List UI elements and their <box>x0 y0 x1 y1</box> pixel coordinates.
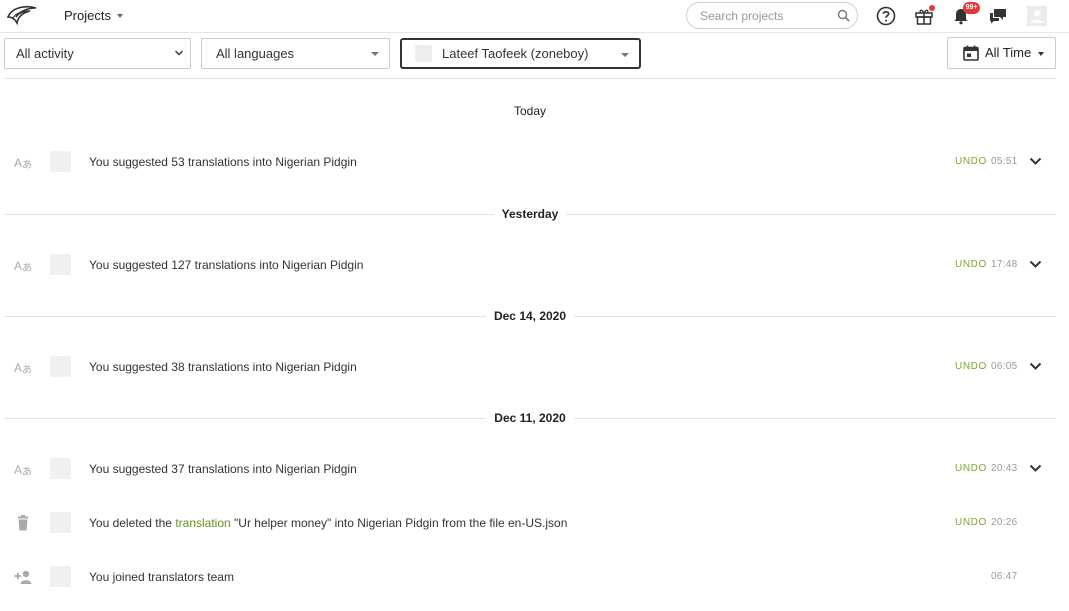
activity-text: You suggested 53 translations into Niger… <box>89 155 357 169</box>
chevron-down-icon[interactable] <box>1029 362 1042 371</box>
activity-row: A あ You suggested 127 translations into … <box>0 253 1060 277</box>
activity-text-part: You deleted the <box>89 516 176 530</box>
caret-down-icon <box>621 53 629 57</box>
svg-text:あ: あ <box>22 364 32 376</box>
activity-text: You deleted the translation "Ur helper m… <box>89 516 567 530</box>
search-box <box>686 2 858 29</box>
activity-time: 05:51 <box>991 156 1018 167</box>
activity-time: 20:26 <box>991 517 1018 528</box>
activity-row: You deleted the translation "Ur helper m… <box>0 511 1060 535</box>
activity-filter-select[interactable]: All activity <box>4 38 191 69</box>
activity-time: 20:43 <box>991 463 1018 474</box>
activity-text: You suggested 127 translations into Nige… <box>89 258 364 272</box>
caret-down-icon <box>371 52 379 56</box>
undo-button[interactable]: UNDO <box>955 517 987 528</box>
avatar <box>50 458 71 479</box>
help-icon[interactable] <box>874 4 898 28</box>
search-input[interactable] <box>700 8 835 24</box>
time-range-label: All Time <box>985 45 1032 60</box>
svg-text:A: A <box>14 463 22 477</box>
user-avatar-icon[interactable] <box>1025 4 1049 28</box>
caret-down-icon <box>116 13 123 18</box>
user-filter-select[interactable]: Lateef Taofeek (zoneboy) <box>400 38 641 69</box>
activity-text-part: "Ur helper money" into Nigerian Pidgin f… <box>230 516 568 530</box>
svg-text:あ: あ <box>22 159 32 171</box>
date-header: Yesterday <box>0 207 1060 221</box>
trash-icon <box>18 515 28 531</box>
avatar <box>50 566 71 587</box>
activity-filter-value: All activity <box>16 46 74 61</box>
divider <box>4 78 1056 79</box>
svg-text:A: A <box>14 361 22 375</box>
chevron-down-icon[interactable] <box>1029 260 1042 269</box>
avatar <box>50 151 71 172</box>
undo-button[interactable]: UNDO <box>955 156 987 167</box>
activity-time: 06:47 <box>991 571 1018 582</box>
new-gift-dot <box>929 5 935 11</box>
avatar <box>50 254 71 275</box>
activity-row: You joined translators team 06:47 <box>0 565 1060 589</box>
user-avatar <box>415 45 432 62</box>
svg-text:あ: あ <box>22 262 32 274</box>
projects-menu[interactable]: Projects <box>64 8 123 23</box>
date-header: Dec 14, 2020 <box>0 309 1060 323</box>
translate-icon: A あ <box>14 361 32 376</box>
translation-link[interactable]: translation <box>175 516 230 530</box>
chevron-down-icon <box>175 50 183 56</box>
messages-icon[interactable] <box>986 4 1010 28</box>
avatar <box>50 512 71 533</box>
date-header-label: Yesterday <box>493 207 567 221</box>
language-filter-value: All languages <box>216 46 295 61</box>
activity-text: You suggested 38 translations into Niger… <box>89 360 357 374</box>
chevron-down-icon[interactable] <box>1029 157 1042 166</box>
user-filter-value: Lateef Taofeek (zoneboy) <box>442 46 589 61</box>
projects-label: Projects <box>64 8 111 23</box>
translate-icon: A あ <box>14 156 32 171</box>
svg-text:A: A <box>14 156 22 170</box>
svg-text:A: A <box>14 259 22 273</box>
activity-row: A あ You suggested 53 translations into N… <box>0 150 1060 174</box>
translate-icon: A あ <box>14 259 32 274</box>
chevron-down-icon[interactable] <box>1029 464 1042 473</box>
notifications-badge: 99+ <box>963 2 980 14</box>
date-header-label: Today <box>505 104 555 118</box>
activity-time: 17:48 <box>991 259 1018 270</box>
activity-time: 06:05 <box>991 361 1018 372</box>
undo-button[interactable]: UNDO <box>955 361 987 372</box>
add-user-icon <box>14 570 32 584</box>
search-icon[interactable] <box>837 9 850 22</box>
top-bar: Projects 99+ <box>0 0 1069 33</box>
date-header-label: Dec 11, 2020 <box>486 411 574 425</box>
activity-row: A あ You suggested 38 translations into N… <box>0 355 1060 379</box>
caret-down-icon <box>1038 52 1044 56</box>
translate-icon: A あ <box>14 463 32 478</box>
calendar-icon <box>963 45 979 61</box>
language-filter-select[interactable]: All languages <box>201 38 390 69</box>
crowdin-logo-icon[interactable] <box>6 3 38 29</box>
svg-text:あ: あ <box>22 466 32 478</box>
undo-button[interactable]: UNDO <box>955 463 987 474</box>
time-range-button[interactable]: All Time <box>947 37 1056 69</box>
date-header-label: Dec 14, 2020 <box>485 309 575 323</box>
activity-text: You joined translators team <box>89 570 234 584</box>
date-header: Dec 11, 2020 <box>0 411 1060 425</box>
activity-text: You suggested 37 translations into Niger… <box>89 462 357 476</box>
avatar <box>50 356 71 377</box>
activity-row: A あ You suggested 37 translations into N… <box>0 457 1060 481</box>
date-header: Today <box>0 104 1060 118</box>
undo-button[interactable]: UNDO <box>955 259 987 270</box>
